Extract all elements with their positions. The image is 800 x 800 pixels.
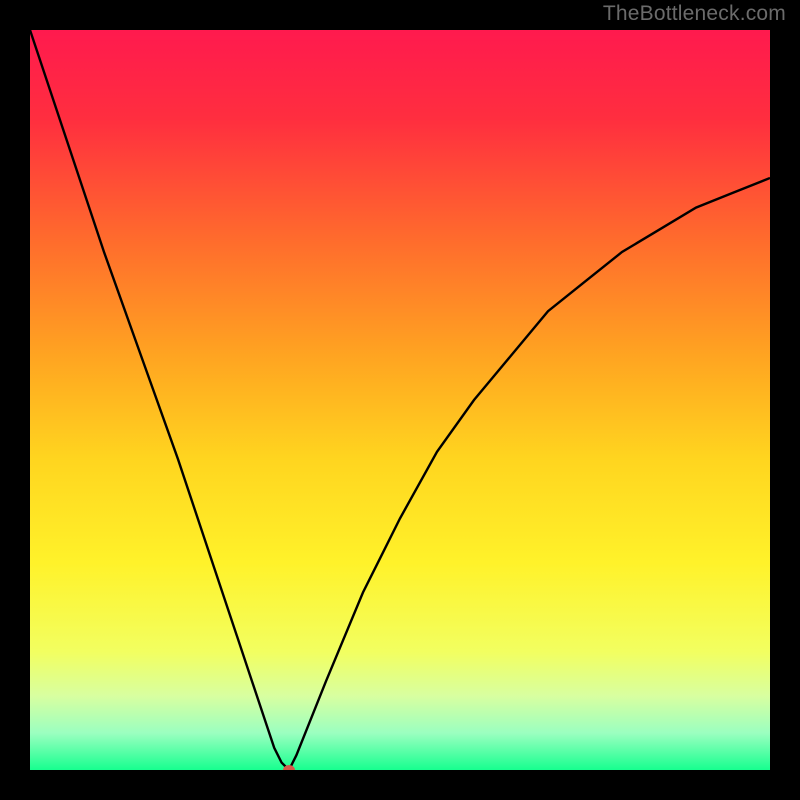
gradient-background: [30, 30, 770, 770]
chart-svg: [30, 30, 770, 770]
watermark-text: TheBottleneck.com: [603, 2, 786, 26]
chart-frame: TheBottleneck.com: [0, 0, 800, 800]
plot-area: [30, 30, 770, 770]
